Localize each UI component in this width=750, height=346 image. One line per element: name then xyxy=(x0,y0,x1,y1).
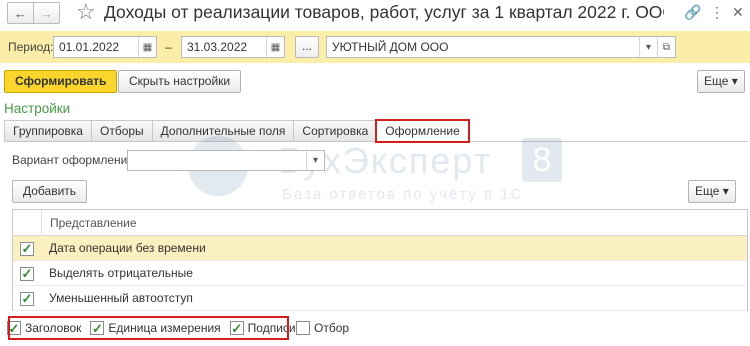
period-to-value: 31.03.2022 xyxy=(187,40,248,54)
variant-label: Вариант оформления: xyxy=(12,153,138,167)
option-label: Отбор xyxy=(314,321,350,335)
period-from-value: 01.01.2022 xyxy=(59,40,120,54)
organization-value: УЮТНЫЙ ДОМ ООО xyxy=(332,40,449,54)
tab-additional-fields[interactable]: Дополнительные поля xyxy=(151,120,294,142)
calendar-icon[interactable]: ▦ xyxy=(266,37,284,57)
checkbox-checked[interactable]: ✓ xyxy=(20,291,34,306)
open-icon[interactable]: ⧉ xyxy=(657,37,675,57)
favorite-star-icon[interactable]: ☆ xyxy=(76,1,96,23)
row-label: Уменьшенный автоотступ xyxy=(49,291,193,305)
variant-select[interactable]: ▾ xyxy=(127,150,325,171)
close-icon[interactable]: ✕ xyxy=(732,4,744,21)
forward-button[interactable]: → xyxy=(33,2,60,24)
table-row[interactable]: ✓ Уменьшенный автоотступ xyxy=(13,286,747,311)
generate-button[interactable]: Сформировать xyxy=(4,70,118,93)
more-vertical-icon[interactable]: ⋮ xyxy=(710,4,724,21)
window-title: Доходы от реализации товаров, работ, усл… xyxy=(104,2,664,22)
settings-more-button[interactable]: Еще ▾ xyxy=(688,180,736,203)
settings-tabs: Группировка Отборы Дополнительные поля С… xyxy=(4,119,470,143)
more-button[interactable]: Еще ▾ xyxy=(697,70,745,93)
checkbox-checked[interactable]: ✓ xyxy=(229,321,244,335)
calendar-icon[interactable]: ▦ xyxy=(138,37,156,57)
dropdown-icon[interactable]: ▾ xyxy=(639,37,657,57)
period-to-field[interactable]: 31.03.2022 ▦ xyxy=(181,36,285,58)
appearance-table: Представление ✓ Дата операции без времен… xyxy=(12,209,748,311)
column-header-presentation[interactable]: Представление xyxy=(41,210,137,236)
tab-sorting[interactable]: Сортировка xyxy=(293,120,377,142)
option-header[interactable]: ✓ Заголовок xyxy=(7,321,81,335)
table-header: Представление xyxy=(13,210,747,236)
settings-title: Настройки xyxy=(4,101,71,116)
back-button[interactable]: ← xyxy=(7,2,34,24)
checkbox-checked[interactable]: ✓ xyxy=(20,266,34,281)
link-icon[interactable]: 🔗 xyxy=(684,4,701,21)
option-unit[interactable]: ✓ Единица измерения xyxy=(90,321,221,335)
tab-appearance[interactable]: Оформление xyxy=(375,119,470,143)
row-label: Дата операции без времени xyxy=(49,241,206,255)
option-label: Подписи xyxy=(247,321,296,335)
period-label: Период: xyxy=(8,40,54,54)
checkbox-unchecked[interactable] xyxy=(296,321,310,335)
title-bar: ← → ☆ Доходы от реализации товаров, рабо… xyxy=(0,0,750,26)
tab-grouping[interactable]: Группировка xyxy=(4,120,91,142)
checkbox-checked[interactable]: ✓ xyxy=(7,321,21,335)
period-select-button[interactable]: ... xyxy=(295,36,319,58)
hide-settings-button[interactable]: Скрыть настройки xyxy=(118,70,242,93)
add-button[interactable]: Добавить xyxy=(12,180,88,203)
option-label: Заголовок xyxy=(25,321,82,335)
output-options: ✓ Заголовок ✓ Единица измерения ✓ Подпис… xyxy=(7,317,305,339)
option-signatures[interactable]: ✓ Подписи xyxy=(229,321,296,335)
table-row[interactable]: ✓ Выделять отрицательные xyxy=(13,261,747,286)
arrow-right-icon: → xyxy=(40,5,53,21)
organization-field[interactable]: УЮТНЫЙ ДОМ ООО ▾ ⧉ xyxy=(326,36,676,58)
option-filter[interactable]: Отбор xyxy=(296,317,349,339)
period-from-field[interactable]: 01.01.2022 ▦ xyxy=(53,36,157,58)
checkbox-checked[interactable]: ✓ xyxy=(20,241,34,256)
period-separator: – xyxy=(165,40,172,54)
period-bar: Период: 01.01.2022 ▦ – 31.03.2022 ▦ ... … xyxy=(0,31,750,63)
checkbox-checked[interactable]: ✓ xyxy=(90,321,105,335)
row-label: Выделять отрицательные xyxy=(49,266,193,280)
arrow-left-icon: ← xyxy=(14,5,27,21)
table-row[interactable]: ✓ Дата операции без времени xyxy=(13,236,747,261)
option-label: Единица измерения xyxy=(108,321,221,335)
dropdown-icon[interactable]: ▾ xyxy=(306,151,324,170)
tab-filters[interactable]: Отборы xyxy=(90,120,152,142)
